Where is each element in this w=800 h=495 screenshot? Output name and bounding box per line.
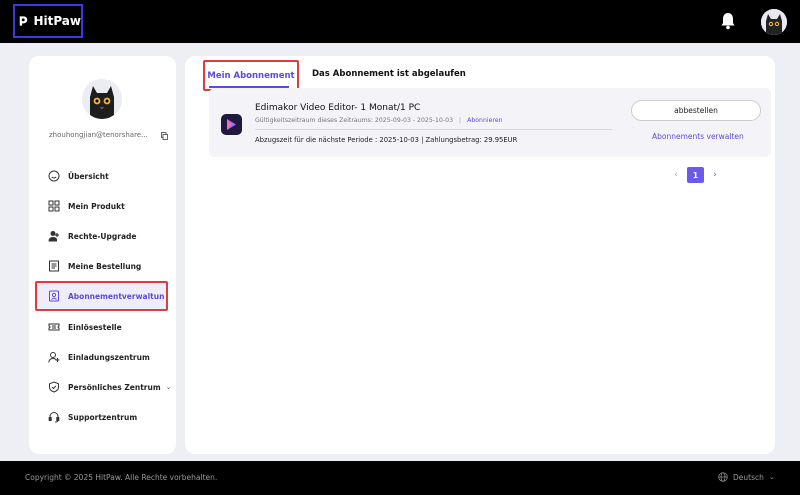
globe-icon [718,472,728,482]
language-label: Deutsch [733,472,764,482]
divider [255,129,612,130]
subscription-icon [49,290,59,302]
manage-subscriptions-link[interactable]: Abonnements verwalten [652,132,744,141]
user-avatar[interactable] [761,9,787,35]
sidebar-item-personal-center[interactable]: Persönliches Zentrum ⌄ [35,372,172,402]
copy-icon[interactable] [161,132,168,140]
cat-avatar-icon [82,79,122,119]
user-plus-icon [48,231,59,242]
shield-icon [49,381,59,393]
footer: Copyright © 2025 HitPaw. Alle Rechte vor… [0,461,800,495]
sidebar-item-label: Meine Bestellung [68,261,142,271]
next-billing-info: Abzugszeit für die nächste Periode : 202… [255,136,518,144]
pagination: ‹ 1 › [669,167,722,183]
edimakor-app-icon [221,114,242,135]
chevron-down-icon: ⌄ [768,473,775,481]
tab-expired-subscription[interactable]: Das Abonnement ist abgelaufen [312,69,466,79]
user-email: zhouhongjian@tenorshare... [49,131,148,139]
headset-icon [48,412,60,423]
sidebar-item-rights-upgrade[interactable]: Rechte-Upgrade [35,221,168,251]
validity-text: Gültigkeitszeitraum dieses Zeitraums: 20… [255,117,454,124]
hitpaw-logo-icon [19,16,28,26]
hitpaw-logo[interactable]: HitPaw [13,4,83,38]
sidebar-item-my-product[interactable]: Mein Produkt [35,191,168,221]
bell-icon[interactable] [720,12,736,30]
grid-icon [48,200,60,212]
sidebar-item-label: Supportzentrum [68,412,138,422]
subscription-card: Edimakor Video Editor- 1 Monat/1 PC Gült… [209,88,771,157]
top-header: HitPaw [0,0,800,43]
sidebar-item-overview[interactable]: Übersicht [35,161,168,191]
subscription-status: Abonnieren [467,117,503,124]
logo-text: HitPaw [33,14,81,28]
sidebar-item-label: Einlösestelle [68,322,122,332]
tab-label: Mein Abonnement [207,70,295,81]
sidebar: zhouhongjian@tenorshare... Übersicht Mei… [29,56,176,454]
sidebar-item-subscription-management[interactable]: Abonnementverwaltun [35,281,168,311]
cat-avatar-icon [761,9,787,35]
sidebar-item-redemption[interactable]: Einlösestelle [35,312,168,342]
validity-period: Gültigkeitszeitraum dieses Zeitraums: 20… [255,117,503,124]
prev-page-button[interactable]: ‹ [669,170,683,180]
smile-icon [48,170,60,182]
profile-avatar[interactable] [82,79,122,119]
next-page-button[interactable]: › [708,170,722,180]
sidebar-item-support-center[interactable]: Supportzentrum [35,402,168,432]
invite-icon [48,352,60,363]
sidebar-item-label: Abonnementverwaltun [68,291,165,301]
chevron-down-icon: ⌄ [165,383,172,391]
sidebar-item-label: Mein Produkt [68,201,125,211]
copyright-text: Copyright © 2025 HitPaw. Alle Rechte vor… [25,473,218,482]
cancel-subscription-button[interactable]: abbestellen [631,100,761,121]
language-selector[interactable]: Deutsch ⌄ [718,472,775,482]
tab-label: Das Abonnement ist abgelaufen [312,69,466,79]
separator: | [459,117,462,124]
sidebar-item-invitation-center[interactable]: Einladungszentrum [35,342,168,372]
sidebar-item-label: Rechte-Upgrade [68,231,137,241]
document-icon [49,260,59,272]
page-1-button[interactable]: 1 [687,167,704,183]
sidebar-item-label: Persönliches Zentrum [68,382,161,392]
sidebar-item-label: Einladungszentrum [68,352,150,362]
sidebar-item-my-orders[interactable]: Meine Bestellung [35,251,168,281]
main-panel: Mein Abonnement Das Abonnement ist abgel… [185,56,775,454]
product-name: Edimakor Video Editor- 1 Monat/1 PC [255,103,421,113]
sidebar-item-label: Übersicht [68,171,109,181]
ticket-icon [48,323,60,331]
